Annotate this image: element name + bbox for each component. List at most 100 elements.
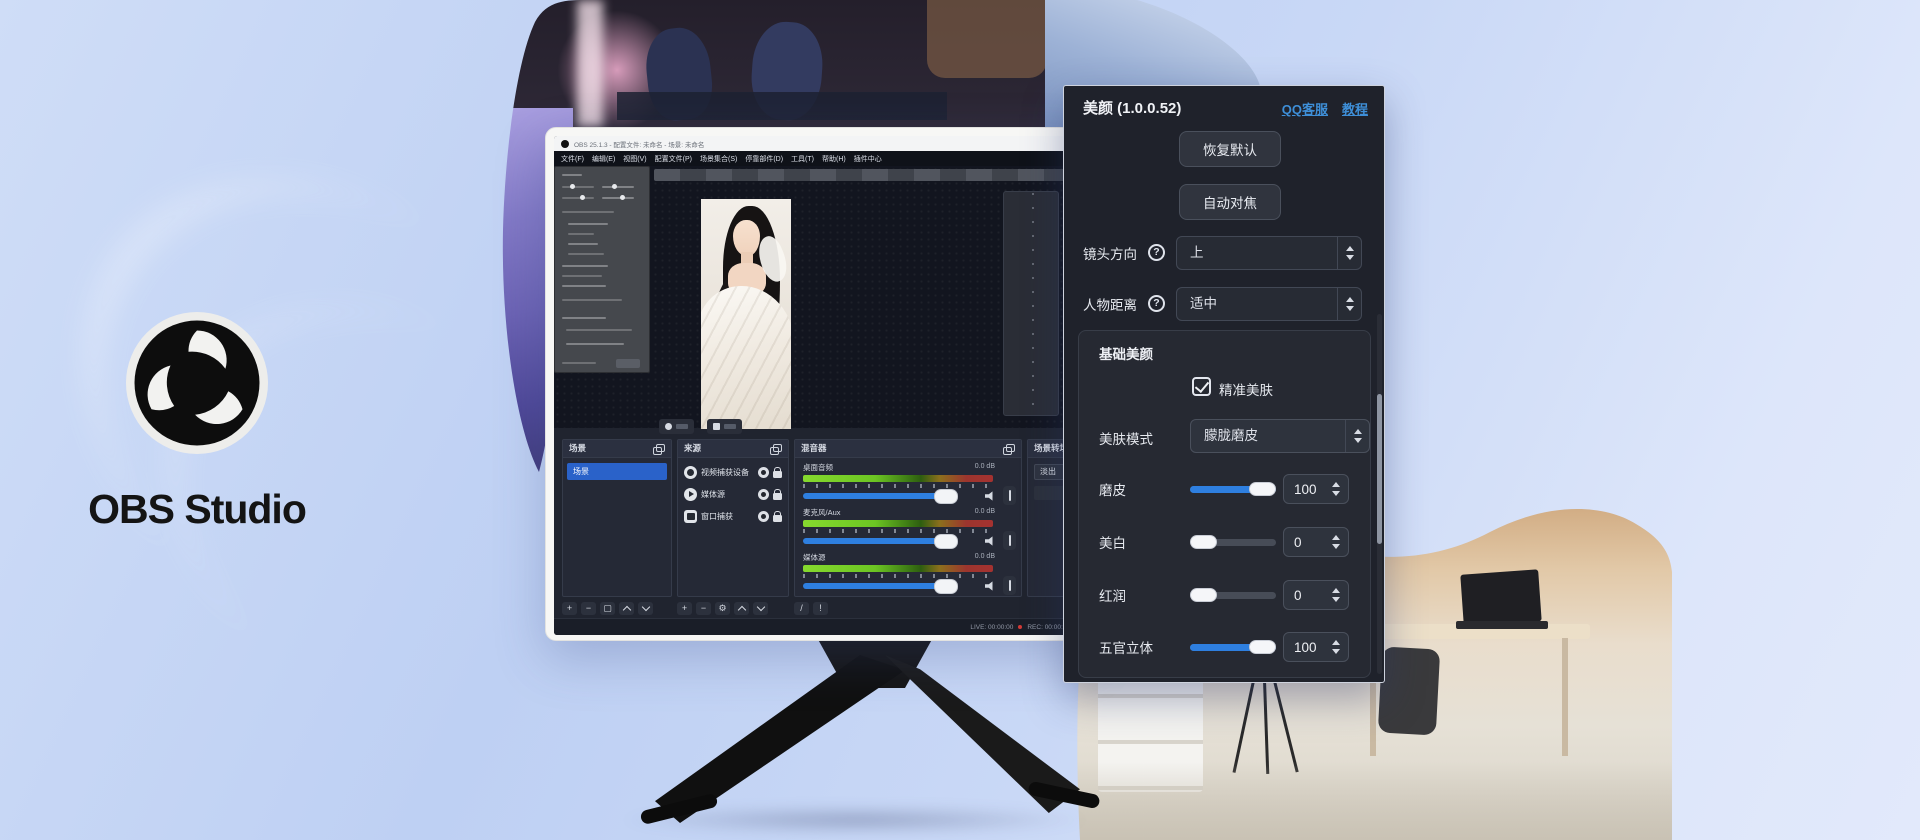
- smoothing-slider[interactable]: [1190, 479, 1276, 499]
- remove-icon[interactable]: −: [581, 602, 596, 615]
- decor-desk-leg: [1562, 638, 1568, 756]
- window-title: OBS 25.1.3 - 配置文件: 未命名 - 场景: 未命名: [574, 139, 704, 149]
- move-up-icon[interactable]: [619, 602, 634, 615]
- brush-icon[interactable]: /: [794, 602, 809, 615]
- rosy-spinbox[interactable]: 0: [1283, 580, 1349, 610]
- slider-row-rosy: 红润 0: [1079, 577, 1372, 613]
- chevron-updown-icon[interactable]: [1337, 237, 1361, 269]
- menu-item-file[interactable]: 文件(F): [561, 154, 584, 164]
- speaker-icon[interactable]: [985, 491, 995, 501]
- channel-settings-icon[interactable]: [1003, 576, 1016, 595]
- source-row-window[interactable]: 窗口捕获: [678, 506, 788, 526]
- scene-list-item-selected[interactable]: 场景: [567, 463, 667, 480]
- obs-titlebar[interactable]: OBS 25.1.3 - 配置文件: 未命名 - 场景: 未命名: [554, 136, 1084, 151]
- autofocus-button[interactable]: 自动对焦: [1179, 184, 1281, 220]
- panel-scrollbar[interactable]: [1377, 314, 1382, 674]
- spin-arrows-icon[interactable]: [1327, 586, 1345, 604]
- face-3d-slider[interactable]: [1190, 637, 1276, 657]
- spin-arrows-icon[interactable]: [1327, 638, 1345, 656]
- skeleton-line: [562, 285, 606, 287]
- person-distance-select[interactable]: 适中: [1176, 287, 1362, 321]
- source-label: 窗口捕获: [701, 511, 754, 522]
- slider-handle[interactable]: [1190, 588, 1217, 602]
- add-icon[interactable]: +: [562, 602, 577, 615]
- whitening-spinbox[interactable]: 0: [1283, 527, 1349, 557]
- preview-chip-1[interactable]: [659, 419, 694, 434]
- channel-settings-icon[interactable]: [1003, 531, 1016, 550]
- mixer-panel: 混音器 桌面音频 0.0 dB 麦克风/Aux 0.0 dB: [794, 439, 1022, 597]
- smoothing-spinbox[interactable]: 100: [1283, 474, 1349, 504]
- audio-meter: [803, 475, 993, 482]
- menu-item-edit[interactable]: 编辑(E): [592, 154, 615, 164]
- tutorial-link[interactable]: 教程: [1342, 99, 1368, 118]
- lock-icon[interactable]: [773, 493, 782, 500]
- alert-icon[interactable]: !: [813, 602, 828, 615]
- lock-icon[interactable]: [773, 515, 782, 522]
- obs-brand: OBS Studio: [52, 312, 342, 533]
- remove-icon[interactable]: −: [696, 602, 711, 615]
- gear-icon[interactable]: ⚙: [715, 602, 730, 615]
- volume-slider[interactable]: [803, 538, 955, 544]
- skin-mode-select[interactable]: 朦胧磨皮: [1190, 419, 1370, 453]
- slider-handle[interactable]: [1249, 482, 1276, 496]
- panel-options-icon[interactable]: [770, 444, 782, 454]
- rec-dot-icon: [1018, 625, 1022, 629]
- move-down-icon[interactable]: [638, 602, 653, 615]
- spin-arrows-icon[interactable]: [1327, 480, 1345, 498]
- rosy-slider[interactable]: [1190, 585, 1276, 605]
- menu-item-scene-collection[interactable]: 场景集合(S): [700, 154, 737, 164]
- channel-db: 0.0 dB: [975, 508, 995, 515]
- help-icon[interactable]: ?: [1148, 295, 1165, 312]
- move-down-icon[interactable]: [753, 602, 768, 615]
- menu-item-plugin-center[interactable]: 插件中心: [854, 154, 882, 164]
- qq-support-link[interactable]: QQ客服: [1282, 99, 1328, 118]
- volume-slider[interactable]: [803, 583, 955, 589]
- menu-item-profile[interactable]: 配置文件(P): [655, 154, 692, 164]
- select-value: 朦胧磨皮: [1191, 420, 1345, 452]
- scrollbar-thumb[interactable]: [1377, 394, 1382, 544]
- sources-toolbar: + − ⚙: [677, 600, 768, 616]
- spin-value: 0: [1284, 535, 1327, 550]
- chevron-updown-icon[interactable]: [1345, 420, 1369, 452]
- slider-handle[interactable]: [1190, 535, 1217, 549]
- visibility-eye-icon[interactable]: [758, 511, 769, 522]
- spin-value: 100: [1284, 482, 1327, 497]
- channel-settings-icon[interactable]: [1003, 486, 1016, 505]
- visibility-eye-icon[interactable]: [758, 489, 769, 500]
- chevron-updown-icon[interactable]: [1337, 288, 1361, 320]
- panel-options-icon[interactable]: [1003, 444, 1015, 454]
- source-row-media[interactable]: 媒体源: [678, 484, 788, 504]
- duplicate-icon[interactable]: ▢: [600, 602, 615, 615]
- face-3d-spinbox[interactable]: 100: [1283, 632, 1349, 662]
- lock-icon[interactable]: [773, 471, 782, 478]
- preview-canvas[interactable]: [554, 166, 1084, 428]
- add-icon[interactable]: +: [677, 602, 692, 615]
- spin-arrows-icon[interactable]: [1327, 533, 1345, 551]
- panel-options-icon[interactable]: [653, 444, 665, 454]
- preview-chip-2[interactable]: [707, 419, 742, 434]
- source-label: 媒体源: [701, 489, 754, 500]
- menu-item-docks[interactable]: 停靠部件(D): [745, 154, 783, 164]
- sources-panel-header[interactable]: 来源: [678, 440, 788, 458]
- skeleton-label: [676, 424, 688, 429]
- whitening-slider[interactable]: [1190, 532, 1276, 552]
- menu-item-view[interactable]: 视图(V): [623, 154, 646, 164]
- slider-handle[interactable]: [1249, 640, 1276, 654]
- source-row-camera[interactable]: 视频捕获设备: [678, 462, 788, 482]
- menu-item-help[interactable]: 帮助(H): [822, 154, 846, 164]
- help-icon[interactable]: ?: [1148, 244, 1165, 261]
- move-up-icon[interactable]: [734, 602, 749, 615]
- menu-item-tools[interactable]: 工具(T): [791, 154, 814, 164]
- live-timer: LIVE: 00:00:00: [970, 624, 1013, 631]
- speaker-icon[interactable]: [985, 581, 995, 591]
- lens-direction-select[interactable]: 上: [1176, 236, 1362, 270]
- volume-slider[interactable]: [803, 493, 955, 499]
- precise-skin-checkbox[interactable]: [1192, 377, 1211, 396]
- restore-default-button[interactable]: 恢复默认: [1179, 131, 1281, 167]
- decor-chair: [1378, 647, 1440, 736]
- scenes-panel-header[interactable]: 场景: [563, 440, 671, 458]
- decor-light-strip: [577, 0, 603, 127]
- mixer-panel-header[interactable]: 混音器: [795, 440, 1021, 458]
- visibility-eye-icon[interactable]: [758, 467, 769, 478]
- speaker-icon[interactable]: [985, 536, 995, 546]
